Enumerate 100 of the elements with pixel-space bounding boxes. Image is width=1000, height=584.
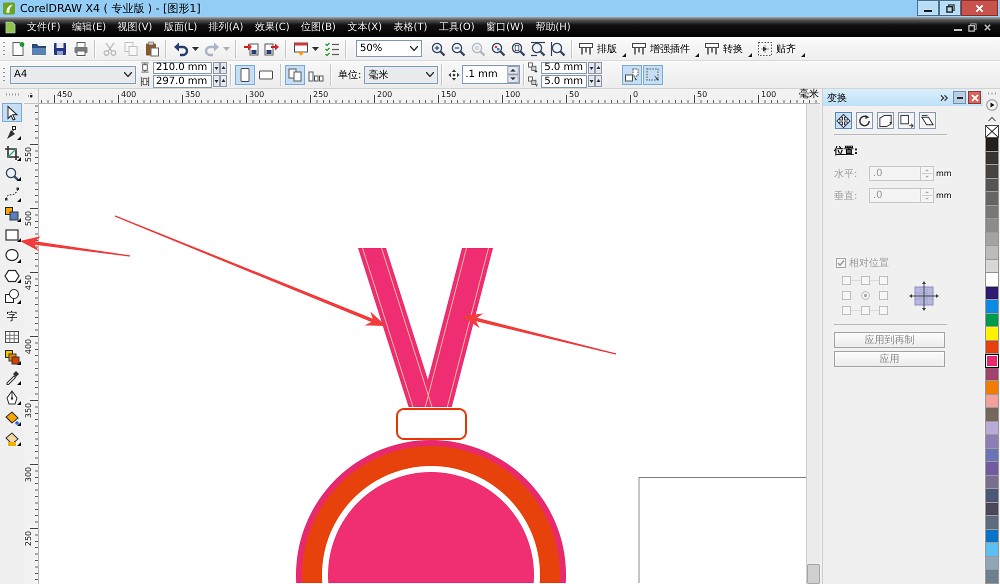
zoom-out-icon[interactable]: [450, 40, 466, 56]
menu-item[interactable]: 文本(X): [347, 20, 382, 34]
toolbar-button[interactable]: 转换: [702, 38, 754, 58]
scale-tab[interactable]: [877, 112, 894, 129]
color-swatch[interactable]: [984, 138, 998, 152]
color-swatch[interactable]: [984, 381, 998, 394]
nudge-field[interactable]: .1 mm: [462, 65, 520, 84]
grip-icon[interactable]: [5, 93, 19, 96]
color-swatch[interactable]: [984, 394, 998, 408]
menu-item[interactable]: 效果(C): [254, 20, 290, 34]
menu-item[interactable]: 排列(A): [208, 20, 244, 34]
printer-icon[interactable]: [72, 40, 88, 56]
color-swatch[interactable]: [984, 435, 998, 448]
restore-icon[interactable]: [968, 22, 977, 32]
page-height-field[interactable]: 297.0 mm: [153, 75, 212, 88]
window-icon[interactable]: [292, 40, 308, 56]
color-swatch[interactable]: [984, 340, 998, 354]
menu-item[interactable]: 窗口(W): [486, 20, 524, 34]
magnifier-icon[interactable]: [530, 40, 546, 56]
play-circle-icon[interactable]: [986, 99, 998, 111]
minimize-button[interactable]: [917, 0, 939, 16]
color-swatch[interactable]: [984, 502, 998, 516]
menu-item[interactable]: 位图(B): [301, 20, 336, 34]
menu-item[interactable]: 帮助(H): [535, 20, 571, 34]
spin-arrows-icon[interactable]: [213, 62, 227, 74]
color-swatch[interactable]: [984, 543, 998, 556]
pick-tool[interactable]: [2, 103, 22, 122]
color-swatch[interactable]: [984, 260, 998, 273]
ribbon[interactable]: [358, 248, 493, 408]
color-swatch[interactable]: [984, 206, 998, 219]
all-pages-button[interactable]: [285, 64, 305, 84]
color-swatch[interactable]: [984, 570, 998, 584]
menu-item[interactable]: 版面(L): [164, 20, 198, 34]
document-icon[interactable]: [5, 20, 16, 34]
caret-icon[interactable]: [312, 46, 319, 50]
blend-tool[interactable]: [2, 348, 22, 367]
menu-item[interactable]: 表格(T): [394, 20, 428, 34]
crop-tool[interactable]: [2, 144, 22, 163]
minimize-button[interactable]: [953, 91, 966, 104]
color-swatch[interactable]: [984, 368, 998, 381]
color-swatch[interactable]: [984, 476, 998, 489]
color-swatch[interactable]: [984, 489, 998, 502]
toolbar-button[interactable]: 排版: [576, 38, 628, 58]
menu-item[interactable]: 编辑(E): [72, 20, 106, 34]
color-swatch[interactable]: [984, 219, 998, 232]
magnifier-icon[interactable]: [550, 40, 566, 56]
vertical-scrollbar[interactable]: [806, 104, 820, 584]
clipboard-icon[interactable]: [144, 40, 160, 56]
color-swatch[interactable]: [984, 165, 998, 178]
skew-tab[interactable]: [919, 112, 936, 129]
toolbar-button[interactable]: 增强插件: [629, 38, 701, 58]
checklist-icon[interactable]: [324, 40, 340, 56]
magnifier-icon[interactable]: [490, 40, 506, 56]
spin-arrows-icon[interactable]: [588, 75, 602, 88]
color-swatch[interactable]: [984, 327, 998, 340]
ruler-origin-icon[interactable]: [27, 92, 35, 100]
portrait-button[interactable]: [235, 64, 255, 84]
import-icon[interactable]: [242, 40, 258, 56]
spin-arrows-icon[interactable]: [588, 62, 602, 74]
zoom-level-dropdown[interactable]: 50%: [356, 40, 422, 57]
magnifier-icon[interactable]: [510, 40, 526, 56]
color-swatch[interactable]: [984, 152, 998, 165]
close-button[interactable]: [968, 91, 981, 104]
color-swatch[interactable]: [984, 246, 998, 260]
position-tab[interactable]: [835, 112, 852, 129]
color-swatch[interactable]: [984, 354, 998, 368]
close-button[interactable]: [961, 0, 998, 16]
menu-item[interactable]: 视图(V): [118, 20, 152, 34]
selection-toggle[interactable]: [643, 64, 664, 84]
page-width-field[interactable]: 210.0 mm: [153, 62, 212, 74]
color-swatch[interactable]: [984, 462, 998, 476]
page-size-dropdown[interactable]: A4: [10, 66, 136, 84]
toolbar-button[interactable]: 贴齐: [755, 38, 807, 58]
duplicate-x-field[interactable]: 5.0 mm: [541, 62, 588, 74]
color-swatch[interactable]: [984, 273, 998, 286]
double-chevron-icon[interactable]: [940, 94, 949, 102]
menu-item[interactable]: 工具(O): [438, 20, 475, 34]
spin-arrows-icon[interactable]: [507, 66, 520, 83]
color-swatch[interactable]: [984, 314, 998, 327]
color-swatch[interactable]: [984, 286, 998, 300]
restore-button[interactable]: [939, 0, 961, 16]
color-swatch[interactable]: [984, 516, 998, 530]
undo-icon[interactable]: [172, 40, 188, 56]
zoom-in-icon[interactable]: [430, 40, 446, 56]
document-icon[interactable]: [10, 40, 26, 56]
spin-arrows-icon[interactable]: [213, 75, 227, 88]
close-icon[interactable]: [983, 22, 992, 32]
rotate-tab[interactable]: [856, 112, 873, 129]
object-toggle[interactable]: [622, 64, 642, 84]
caret-icon[interactable]: [192, 46, 199, 50]
duplicate-y-field[interactable]: 5.0 mm: [541, 75, 588, 88]
unit-dropdown[interactable]: 毫米: [364, 66, 438, 84]
freehand-tool[interactable]: [2, 184, 22, 204]
color-swatch[interactable]: [984, 408, 998, 422]
scroll-up-icon[interactable]: [986, 116, 996, 122]
scrollbar-thumb[interactable]: [807, 564, 820, 584]
color-swatch[interactable]: [984, 448, 998, 462]
color-swatch[interactable]: [984, 300, 998, 314]
no-color-swatch-icon[interactable]: [984, 125, 998, 138]
text-tool[interactable]: 字: [2, 306, 22, 326]
